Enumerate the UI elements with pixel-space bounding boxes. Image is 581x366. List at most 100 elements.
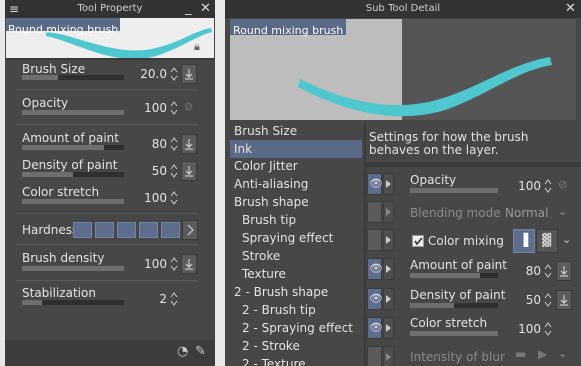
brush-density-pressure-button[interactable]	[181, 254, 197, 274]
category-spraying-effect[interactable]: Spraying effect	[230, 229, 362, 247]
brush-density-value[interactable]: 100	[135, 257, 167, 271]
color-stretch-preview-toggle[interactable]: 👁︎	[367, 317, 383, 339]
detail-density-of-paint-value[interactable]: 50	[515, 293, 541, 307]
blur-play-icon[interactable]: ▶	[538, 347, 547, 361]
close-icon[interactable]: ✕	[200, 0, 211, 18]
color-mixing-mode-gradient[interactable]: ▓	[536, 229, 558, 253]
color-mixing-expand-button[interactable]	[383, 229, 394, 251]
category-brush-shape[interactable]: Brush shape	[230, 193, 362, 211]
detail-opacity-spinner[interactable]	[543, 178, 553, 194]
brush-preview-large: Round mixing brush	[230, 19, 576, 120]
chevron-down-icon[interactable]: ⌄	[558, 205, 567, 218]
category-ink[interactable]: Ink	[230, 140, 362, 158]
hardness-next-button[interactable]	[182, 220, 198, 240]
brush-name-large: Round mixing brush	[233, 24, 344, 37]
blur-mode-icon[interactable]: ▬	[515, 347, 526, 361]
category-2-brush-tip[interactable]: 2 - Brush tip	[230, 301, 362, 319]
detail-density-of-paint-label: Density of paint	[410, 288, 506, 302]
stabilization-value[interactable]: 2	[135, 292, 167, 306]
color-stretch-value[interactable]: 100	[135, 191, 167, 205]
blending-mode-select[interactable]: Normal	[505, 206, 548, 220]
detail-amount-of-paint-fill	[410, 273, 481, 278]
opacity-preview-toggle[interactable]: 👁︎	[367, 173, 383, 195]
detail-opacity-value[interactable]: 100	[515, 179, 541, 193]
opacity-value[interactable]: 100	[135, 101, 167, 115]
category-anti-aliasing[interactable]: Anti-aliasing	[230, 175, 362, 193]
detail-color-stretch-label: Color stretch	[410, 316, 488, 330]
hardness-option-3[interactable]	[117, 222, 136, 238]
brush-size-slider[interactable]	[22, 75, 124, 80]
density-of-paint-spinner[interactable]	[169, 163, 179, 179]
brush-size-pressure-button[interactable]	[181, 64, 197, 84]
detail-density-of-paint-pressure-button[interactable]	[556, 290, 572, 310]
category-color-jitter[interactable]: Color Jitter	[230, 157, 362, 175]
chevron-down-icon[interactable]: ⌄	[562, 233, 571, 246]
tool-property-title: Tool Property	[77, 3, 143, 14]
category-stroke[interactable]: Stroke	[230, 247, 362, 265]
stabilization-spinner[interactable]	[169, 291, 179, 307]
density-of-paint-slider[interactable]	[22, 172, 124, 177]
detail-opacity-disabled-icon: ⊘	[558, 178, 568, 191]
detail-amount-of-paint-slider[interactable]	[410, 273, 498, 278]
stabilization-slider[interactable]	[22, 300, 124, 305]
blending-mode-expand-button[interactable]	[383, 201, 394, 223]
color-mixing-preview-toggle[interactable]	[367, 229, 382, 251]
category-2-texture[interactable]: 2 - Texture	[230, 355, 362, 366]
detail-amount-of-paint-value[interactable]: 80	[515, 264, 541, 278]
category-2-stroke[interactable]: 2 - Stroke	[230, 337, 362, 355]
menu-icon[interactable]: ≡	[9, 0, 19, 18]
intensity-of-blur-preview-toggle[interactable]	[367, 346, 382, 366]
amount-of-paint-spinner[interactable]	[169, 136, 179, 152]
density-of-paint-pressure-button[interactable]	[181, 161, 197, 181]
opacity-expand-button[interactable]	[383, 173, 394, 195]
detail-density-of-paint-slider[interactable]	[410, 303, 498, 308]
category-2-brush-shape[interactable]: 2 - Brush shape	[230, 283, 362, 301]
detail-density-of-paint-spinner[interactable]	[543, 292, 553, 308]
detail-opacity-slider[interactable]	[410, 188, 498, 193]
color-mixing-checkbox[interactable]	[412, 235, 424, 247]
preview-divider	[6, 58, 214, 60]
density-of-paint-value[interactable]: 50	[135, 164, 167, 178]
amount-of-paint-preview-toggle[interactable]: 👁︎	[367, 258, 383, 280]
wrench-icon[interactable]: ✎	[195, 344, 206, 359]
detail-color-stretch-spinner[interactable]	[543, 321, 553, 337]
blending-mode-preview-toggle[interactable]	[367, 201, 382, 223]
lock-icon[interactable]: 🔒︎	[194, 40, 200, 54]
amount-of-paint-pressure-button[interactable]	[181, 134, 197, 154]
hardness-option-2[interactable]	[95, 222, 114, 238]
category-2-spraying-effect[interactable]: 2 - Spraying effect	[230, 319, 362, 337]
color-stretch-fill	[22, 199, 124, 204]
color-stretch-expand-button[interactable]	[383, 317, 394, 339]
detail-amount-of-paint-spinner[interactable]	[543, 263, 553, 279]
category-brush-tip[interactable]: Brush tip	[230, 211, 362, 229]
color-stretch-spinner[interactable]	[169, 190, 179, 206]
density-of-paint-expand-button[interactable]	[383, 288, 394, 310]
opacity-spinner[interactable]	[169, 100, 179, 116]
minimize-icon[interactable]: _	[185, 0, 192, 18]
brush-size-value[interactable]: 20.0	[135, 67, 167, 81]
detail-color-stretch-slider[interactable]	[410, 331, 498, 336]
amount-of-paint-slider[interactable]	[22, 145, 124, 150]
blend-mode-icon: ▐	[519, 233, 529, 247]
amount-of-paint-value[interactable]: 80	[135, 137, 167, 151]
amount-of-paint-expand-button[interactable]	[383, 258, 394, 280]
category-brush-size[interactable]: Brush Size	[230, 122, 362, 140]
hardness-option-4[interactable]	[139, 222, 158, 238]
brush-size-spinner[interactable]	[169, 66, 179, 82]
reset-icon[interactable]: ◔	[177, 344, 188, 359]
close-icon[interactable]: ✕	[565, 0, 576, 18]
brush-density-slider[interactable]	[22, 266, 124, 271]
color-stretch-slider[interactable]	[22, 199, 124, 204]
density-of-paint-preview-toggle[interactable]: 👁︎	[367, 288, 383, 310]
hardness-option-5[interactable]	[161, 222, 180, 238]
intensity-of-blur-expand-button[interactable]	[383, 346, 394, 366]
separator	[16, 244, 197, 245]
brush-density-spinner[interactable]	[169, 256, 179, 272]
hardness-option-1[interactable]	[73, 222, 92, 238]
color-mixing-mode-blend[interactable]: ▐	[513, 229, 535, 253]
chevron-down-icon[interactable]: ⌄	[558, 347, 567, 360]
category-texture[interactable]: Texture	[230, 265, 362, 283]
opacity-slider[interactable]	[22, 110, 124, 115]
detail-amount-of-paint-pressure-button[interactable]	[556, 261, 572, 281]
detail-color-stretch-value[interactable]: 100	[515, 322, 541, 336]
